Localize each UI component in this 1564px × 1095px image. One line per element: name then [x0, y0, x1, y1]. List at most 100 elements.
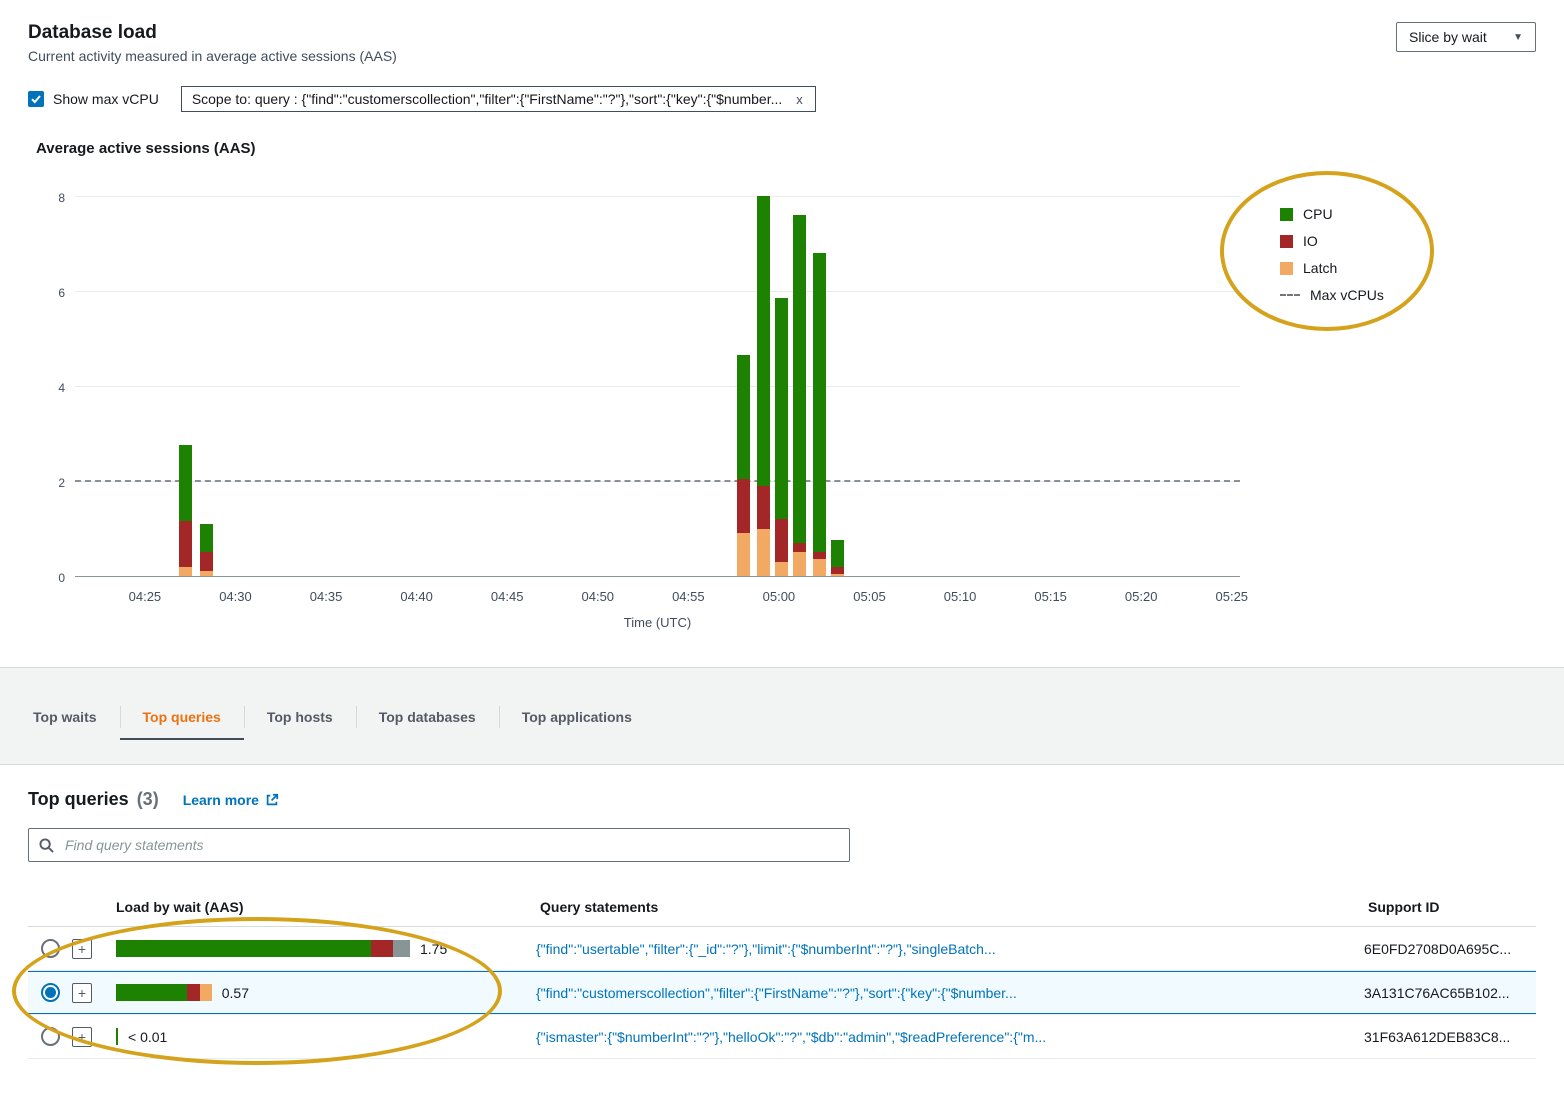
load-value: 1.75	[420, 941, 447, 957]
legend-item-max-vcpus: Max vCPUs	[1280, 287, 1384, 303]
scope-filter-token: Scope to: query : {"find":"customerscoll…	[181, 86, 816, 112]
query-cell: {"find":"customerscollection","filter":{…	[536, 985, 1364, 1001]
cpu-segment	[757, 196, 770, 486]
query-statement-link[interactable]: {"ismaster":{"$numberInt":"?"},"helloOk"…	[536, 1029, 1046, 1045]
slice-by-select[interactable]: Slice by wait ▼	[1396, 22, 1536, 52]
chart-legend: CPUIOLatchMax vCPUs	[1280, 206, 1384, 303]
token-close-button[interactable]: x	[794, 92, 805, 107]
stacked-bar-05:00[interactable]	[775, 298, 788, 576]
legend-swatch	[1280, 235, 1293, 248]
query-search-box[interactable]	[28, 828, 850, 862]
support-id: 31F63A612DEB83C8...	[1364, 1029, 1536, 1045]
tab-top-applications[interactable]: Top applications	[499, 694, 655, 740]
io-segment	[831, 567, 844, 574]
table-row[interactable]: + 0.57 {"find":"customerscollection","fi…	[28, 971, 1536, 1015]
cpu-segment	[831, 540, 844, 566]
stacked-bar-04:59[interactable]	[757, 196, 770, 576]
x-axis-tick-label: 04:40	[400, 589, 433, 604]
support-id: 6E0FD2708D0A695C...	[1364, 941, 1536, 957]
io-segment	[757, 486, 770, 529]
chart-title: Average active sessions (AAS)	[36, 140, 1536, 157]
latch-segment	[737, 533, 750, 576]
tab-top-queries[interactable]: Top queries	[120, 694, 244, 740]
latch-segment	[200, 571, 213, 576]
query-cell: {"ismaster":{"$numberInt":"?"},"helloOk"…	[536, 1029, 1364, 1045]
expand-cell: +	[72, 1027, 112, 1047]
radio-cell	[28, 1027, 72, 1046]
load-value: < 0.01	[128, 1029, 167, 1045]
support-id: 3A131C76AC65B102...	[1364, 985, 1536, 1001]
page-title: Database load	[28, 22, 397, 44]
table-row[interactable]: + 1.75 {"find":"usertable","filter":{"_i…	[28, 927, 1536, 971]
row-radio[interactable]	[41, 1027, 60, 1046]
query-statement-link[interactable]: {"find":"usertable","filter":{"_id":"?"}…	[536, 941, 996, 957]
expand-cell: +	[72, 939, 112, 959]
top-queries-count: (3)	[137, 789, 159, 810]
page-subtitle: Current activity measured in average act…	[28, 48, 397, 64]
x-axis-tick-label: 05:15	[1034, 589, 1067, 604]
header-load-by-wait: Load by wait (AAS)	[112, 899, 536, 915]
learn-more-link[interactable]: Learn more	[183, 792, 279, 808]
y-axis-tick-label: 0	[58, 571, 65, 585]
query-statement-link[interactable]: {"find":"customerscollection","filter":{…	[536, 985, 1017, 1001]
gridline	[75, 291, 1240, 292]
learn-more-label: Learn more	[183, 792, 259, 808]
stacked-bar-04:28[interactable]	[200, 524, 213, 576]
load-bar	[116, 984, 212, 1001]
radio-cell	[28, 983, 72, 1002]
stacked-bar-05:01[interactable]	[793, 215, 806, 576]
stacked-bar-04:27[interactable]	[179, 445, 192, 576]
table-row[interactable]: + < 0.01 {"ismaster":{"$numberInt":"?"},…	[28, 1015, 1536, 1059]
load-bar	[116, 1028, 118, 1045]
tab-top-hosts[interactable]: Top hosts	[244, 694, 356, 740]
tab-top-waits[interactable]: Top waits	[10, 694, 120, 740]
latch-segment	[179, 567, 192, 577]
gridline	[75, 576, 1240, 577]
io-segment	[793, 543, 806, 553]
row-radio[interactable]	[41, 983, 60, 1002]
row-radio[interactable]	[41, 939, 60, 958]
x-axis-tick-label: 05:25	[1216, 589, 1249, 604]
show-max-vcpu-checkbox[interactable]: Show max vCPU	[28, 91, 159, 107]
load-segment-io	[187, 984, 200, 1001]
chevron-down-icon: ▼	[1513, 32, 1523, 43]
x-axis-tick-label: 04:30	[219, 589, 252, 604]
cpu-segment	[775, 298, 788, 519]
load-segment-cpu	[116, 984, 187, 1001]
table-header-row: Load by wait (AAS) Query statements Supp…	[28, 888, 1536, 927]
load-segment-cpu	[116, 1028, 118, 1045]
x-axis-tick-label: 05:10	[944, 589, 977, 604]
metrics-tabs: Top waitsTop queriesTop hostsTop databas…	[10, 694, 1564, 740]
expand-icon[interactable]: +	[72, 1027, 92, 1047]
tab-top-databases[interactable]: Top databases	[356, 694, 499, 740]
radio-cell	[28, 939, 72, 958]
gridline	[75, 386, 1240, 387]
expand-icon[interactable]: +	[72, 939, 92, 959]
latch-segment	[775, 562, 788, 576]
show-max-vcpu-label: Show max vCPU	[53, 91, 159, 107]
stacked-bar-05:02[interactable]	[813, 253, 826, 576]
load-segment-latch	[200, 984, 212, 1001]
legend-item-io: IO	[1280, 233, 1384, 249]
header-support-id: Support ID	[1364, 899, 1536, 915]
panel-header: Database load Current activity measured …	[28, 22, 1536, 64]
search-icon	[39, 838, 54, 853]
filter-row: Show max vCPU Scope to: query : {"find":…	[28, 84, 1536, 114]
y-axis-tick-label: 2	[58, 476, 65, 490]
aas-chart: Time (UTC) 0246804:2504:3004:3504:4004:4…	[28, 163, 1536, 643]
performance-insights-page: Database load Current activity measured …	[0, 0, 1564, 1095]
load-value: 0.57	[222, 985, 249, 1001]
stacked-bar-04:58[interactable]	[737, 355, 750, 576]
query-cell: {"find":"usertable","filter":{"_id":"?"}…	[536, 941, 1364, 957]
latch-segment	[813, 559, 826, 576]
checkbox-checked-icon[interactable]	[28, 91, 44, 107]
top-queries-title: Top queries	[28, 789, 129, 810]
legend-swatch	[1280, 294, 1300, 296]
load-cell: < 0.01	[112, 1028, 536, 1045]
scope-token-text: Scope to: query : {"find":"customerscoll…	[192, 91, 782, 107]
stacked-bar-05:03[interactable]	[831, 540, 844, 576]
header-controls: Bar ▼ Slice by wait ▼	[1396, 22, 1536, 52]
expand-icon[interactable]: +	[72, 983, 92, 1003]
search-input[interactable]	[63, 836, 839, 854]
load-bar	[116, 940, 410, 957]
